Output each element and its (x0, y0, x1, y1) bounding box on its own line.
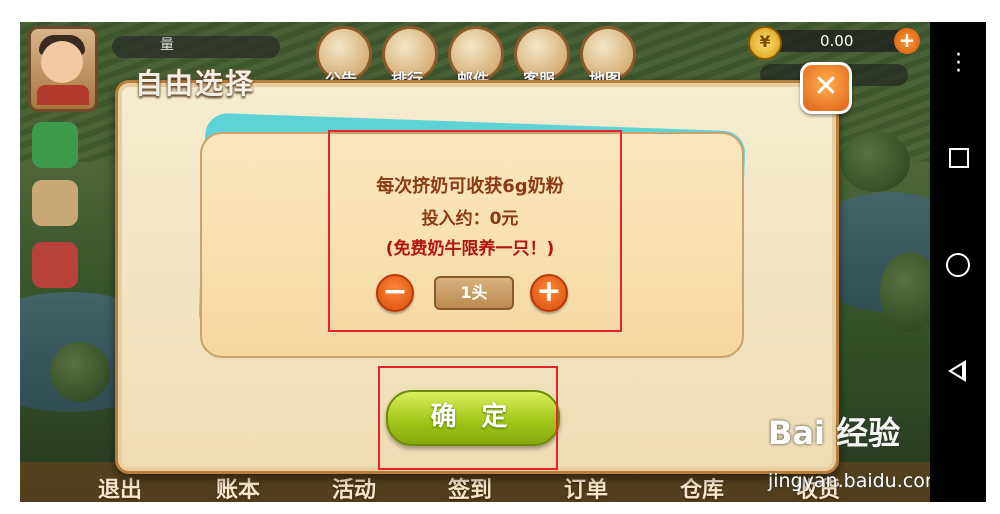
highlight-box-confirm (378, 366, 558, 470)
player-name: 量 (160, 37, 174, 53)
watermark-logo: Bai 经验 (768, 414, 901, 452)
side-button-green[interactable] (32, 122, 78, 168)
coin-icon: ¥ (748, 26, 782, 60)
nav-orders[interactable]: 订单 (564, 472, 608, 502)
game-viewport: 量 公告 排行 邮件 客服 地图 ¥ 0.00 + 退出 账本 活动 签到 订单… (20, 22, 930, 502)
system-nav-bar: · · · (930, 22, 986, 502)
add-coins-button[interactable]: + (894, 28, 920, 54)
nav-activity[interactable]: 活动 (332, 472, 376, 502)
watermark-url: jingyan.baidu.com (768, 470, 930, 492)
nav-exit[interactable]: 退出 (98, 472, 142, 502)
close-button[interactable]: ✕ (800, 62, 852, 114)
side-button-card[interactable] (32, 180, 78, 226)
recents-icon[interactable] (949, 148, 969, 168)
dialog-title: 自由选择 (135, 67, 256, 100)
highlight-box-info (328, 130, 622, 332)
share-icon[interactable] (32, 242, 78, 288)
player-name-bar (112, 36, 280, 58)
avatar[interactable] (28, 26, 98, 112)
home-icon[interactable] (946, 253, 970, 277)
nav-warehouse[interactable]: 仓库 (680, 472, 724, 502)
overflow-menu-icon[interactable]: · · · (955, 45, 962, 83)
coin-balance: 0.00 (820, 32, 854, 50)
nav-ledger[interactable]: 账本 (216, 472, 260, 502)
nav-checkin[interactable]: 签到 (448, 472, 492, 502)
